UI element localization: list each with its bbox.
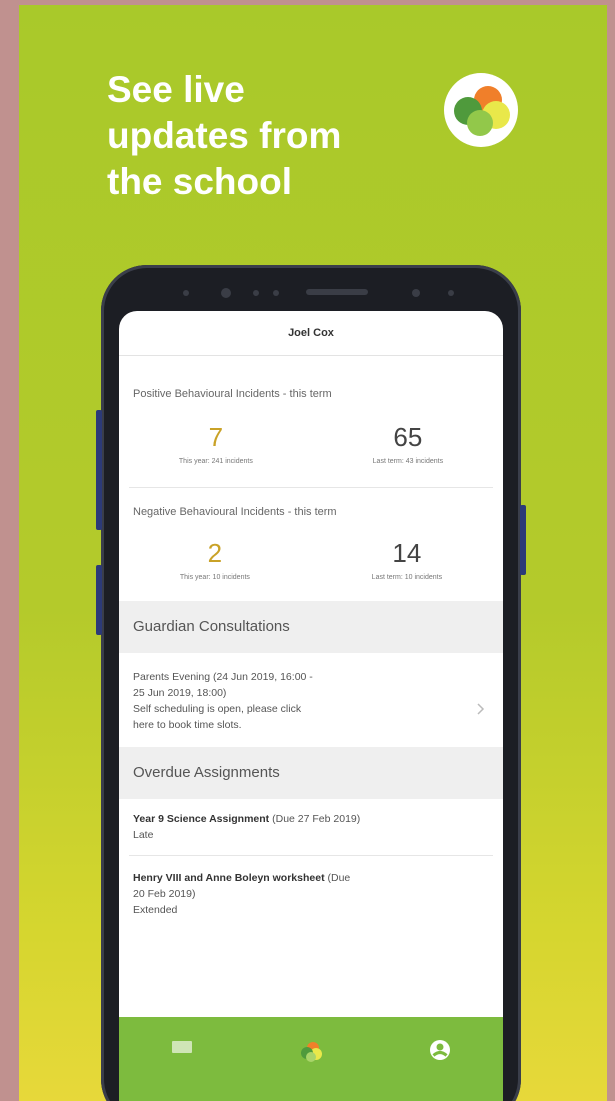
- headline: See live updates from the school: [107, 67, 407, 205]
- school-app-logo-icon: [454, 86, 510, 136]
- positive-last-term-value: 65: [393, 422, 423, 452]
- positive-last-term[interactable]: 65 Last term: 43 incidents: [373, 422, 443, 465]
- chevron-right-icon: [477, 703, 485, 715]
- school-app-logo: [444, 73, 518, 147]
- app-screen: Joel Cox Positive Behavioural Incidents …: [119, 311, 503, 1101]
- assignment-2-due-date: 20 Feb 2019): [133, 888, 196, 900]
- consultation-line-3: Self scheduling is open, please click: [133, 703, 302, 715]
- positive-last-term-caption: Last term: 43 incidents: [372, 458, 444, 465]
- phone-side-button: [96, 410, 102, 530]
- assignment-1-status: Late: [133, 829, 154, 841]
- assignment-2-line: Henry VIII and Anne Boleyn worksheet (Du…: [119, 870, 503, 886]
- negative-incidents-title: Negative Behavioural Incidents - this te…: [133, 506, 337, 518]
- negative-last-term[interactable]: 14 Last term: 10 incidents: [372, 538, 442, 581]
- negative-incidents-stats: 2 This year: 10 incidents 14 Last term: …: [119, 538, 503, 581]
- assignment-2-status: Extended: [133, 904, 178, 916]
- headline-line-2: updates from: [107, 115, 342, 156]
- phone-side-button: [520, 505, 526, 575]
- negative-this-term-caption: This year: 10 incidents: [179, 574, 250, 581]
- assignment-2-title: Henry VIII and Anne Boleyn worksheet: [133, 872, 325, 884]
- bottom-nav: [119, 1017, 503, 1101]
- nav-home[interactable]: [298, 1039, 324, 1070]
- home-logo-icon: [300, 1042, 322, 1062]
- positive-incidents-stats: 7 This year: 241 incidents 65 Last term:…: [119, 422, 503, 465]
- guardian-consultations-header: Guardian Consultations: [119, 601, 503, 653]
- negative-last-term-caption: Last term: 10 incidents: [371, 574, 443, 581]
- assignment-1-due: (Due 27 Feb 2019): [272, 813, 361, 825]
- headline-line-1: See live: [107, 69, 245, 110]
- nav-menu[interactable]: [171, 1039, 193, 1060]
- positive-this-term-value: 7: [208, 422, 224, 452]
- promo-frame: See live updates from the school Joel Co…: [19, 5, 607, 1101]
- account-icon: [429, 1040, 450, 1060]
- consultation-line-4: here to book time slots.: [133, 719, 242, 731]
- headline-line-3: the school: [107, 161, 293, 202]
- phone-mockup: Joel Cox Positive Behavioural Incidents …: [96, 265, 526, 1101]
- positive-this-term[interactable]: 7 This year: 241 incidents: [179, 422, 253, 465]
- consultation-line-2: 25 Jun 2019, 18:00): [133, 687, 227, 699]
- app-title: Joel Cox: [119, 311, 503, 356]
- assignment-item[interactable]: Year 9 Science Assignment (Due 27 Feb 20…: [119, 799, 503, 855]
- phone-side-button: [96, 565, 102, 635]
- negative-last-term-value: 14: [392, 538, 422, 568]
- positive-incidents-title: Positive Behavioural Incidents - this te…: [133, 388, 332, 400]
- assignment-item[interactable]: Henry VIII and Anne Boleyn worksheet (Du…: [119, 856, 503, 930]
- negative-this-term[interactable]: 2 This year: 10 incidents: [180, 538, 250, 581]
- assignment-1-title: Year 9 Science Assignment: [133, 813, 270, 825]
- consultation-item[interactable]: Parents Evening (24 Jun 2019, 16:00 - 25…: [119, 653, 503, 747]
- assignment-1-line: Year 9 Science Assignment (Due 27 Feb 20…: [119, 811, 503, 827]
- phone-sensors: [183, 288, 454, 298]
- consultation-line-1: Parents Evening (24 Jun 2019, 16:00 -: [133, 671, 313, 683]
- nav-account[interactable]: [429, 1039, 451, 1066]
- assignment-2-due: (Due: [327, 872, 351, 884]
- positive-this-term-caption: This year: 241 incidents: [178, 458, 253, 465]
- negative-this-term-value: 2: [207, 538, 223, 568]
- menu-icon: [172, 1041, 193, 1053]
- overdue-assignments-header: Overdue Assignments: [119, 747, 503, 799]
